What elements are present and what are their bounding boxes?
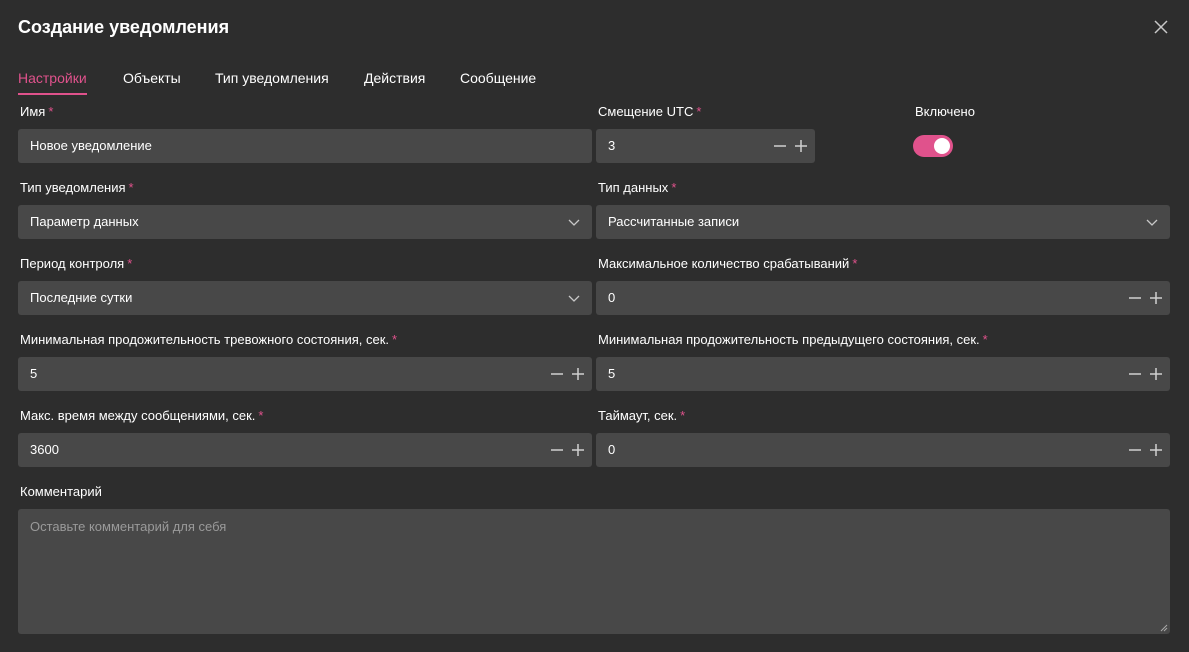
notification-type-select[interactable]: Параметр данных — [18, 205, 592, 239]
close-icon — [1154, 20, 1168, 34]
close-button[interactable] — [1152, 18, 1170, 36]
comment-label: Комментарий — [20, 484, 102, 499]
control-period-value: Последние сутки — [30, 290, 133, 305]
tab-objects[interactable]: Объекты — [123, 70, 181, 93]
min-prev-duration-value: 5 — [608, 366, 616, 381]
data-type-label: Тип данных * — [598, 180, 677, 195]
tab-message[interactable]: Сообщение — [460, 70, 536, 93]
tab-actions[interactable]: Действия — [364, 70, 425, 93]
utc-offset-label: Смещение UTC * — [598, 104, 702, 119]
comment-placeholder: Оставьте комментарий для себя — [30, 519, 227, 534]
control-period-label: Период контроля * — [20, 256, 133, 271]
toggle-knob — [934, 138, 950, 154]
minus-icon[interactable] — [773, 139, 787, 153]
name-value: Новое уведомление — [30, 138, 152, 153]
enabled-label: Включено — [915, 104, 975, 119]
max-msg-interval-value: 3600 — [30, 442, 59, 457]
name-label: Имя * — [20, 104, 54, 119]
enabled-toggle[interactable] — [913, 135, 953, 157]
timeout-value: 0 — [608, 442, 616, 457]
tab-settings[interactable]: Настройки — [18, 70, 87, 95]
utc-offset-stepper[interactable]: 3 — [596, 129, 815, 163]
minus-icon[interactable] — [1128, 443, 1142, 457]
plus-icon[interactable] — [571, 443, 585, 457]
chevron-down-icon — [1146, 219, 1158, 226]
minus-icon[interactable] — [550, 367, 564, 381]
max-triggers-stepper[interactable]: 0 — [596, 281, 1170, 315]
name-field[interactable]: Новое уведомление — [18, 129, 592, 163]
plus-icon[interactable] — [794, 139, 808, 153]
max-triggers-label: Максимальное количество срабатываний * — [598, 256, 858, 271]
chevron-down-icon — [568, 295, 580, 302]
chevron-down-icon — [568, 219, 580, 226]
utc-offset-value: 3 — [608, 138, 616, 153]
dialog-title: Создание уведомления — [18, 17, 230, 37]
timeout-stepper[interactable]: 0 — [596, 433, 1170, 467]
minus-icon[interactable] — [1128, 367, 1142, 381]
notification-type-label: Тип уведомления * — [20, 180, 134, 195]
plus-icon[interactable] — [1149, 367, 1163, 381]
control-period-select[interactable]: Последние сутки — [18, 281, 592, 315]
notification-type-value: Параметр данных — [30, 214, 139, 229]
max-msg-interval-stepper[interactable]: 3600 — [18, 433, 592, 467]
plus-icon[interactable] — [571, 367, 585, 381]
min-alarm-duration-value: 5 — [30, 366, 38, 381]
minus-icon[interactable] — [1128, 291, 1142, 305]
timeout-label: Таймаут, сек. * — [598, 408, 686, 423]
max-triggers-value: 0 — [608, 290, 616, 305]
comment-textarea[interactable]: Оставьте комментарий для себя — [18, 509, 1170, 634]
minus-icon[interactable] — [550, 443, 564, 457]
tab-notification-type[interactable]: Тип уведомления — [215, 70, 329, 93]
min-alarm-duration-stepper[interactable]: 5 — [18, 357, 592, 391]
plus-icon[interactable] — [1149, 291, 1163, 305]
resize-grip-icon[interactable] — [1160, 624, 1168, 632]
min-prev-duration-label: Минимальная продожительность предыдущего… — [598, 332, 988, 347]
data-type-select[interactable]: Рассчитанные записи — [596, 205, 1170, 239]
plus-icon[interactable] — [1149, 443, 1163, 457]
data-type-value: Рассчитанные записи — [608, 214, 740, 229]
max-msg-interval-label: Макс. время между сообщениями, сек. * — [20, 408, 264, 423]
min-alarm-duration-label: Минимальная продожительность тревожного … — [20, 332, 398, 347]
min-prev-duration-stepper[interactable]: 5 — [596, 357, 1170, 391]
